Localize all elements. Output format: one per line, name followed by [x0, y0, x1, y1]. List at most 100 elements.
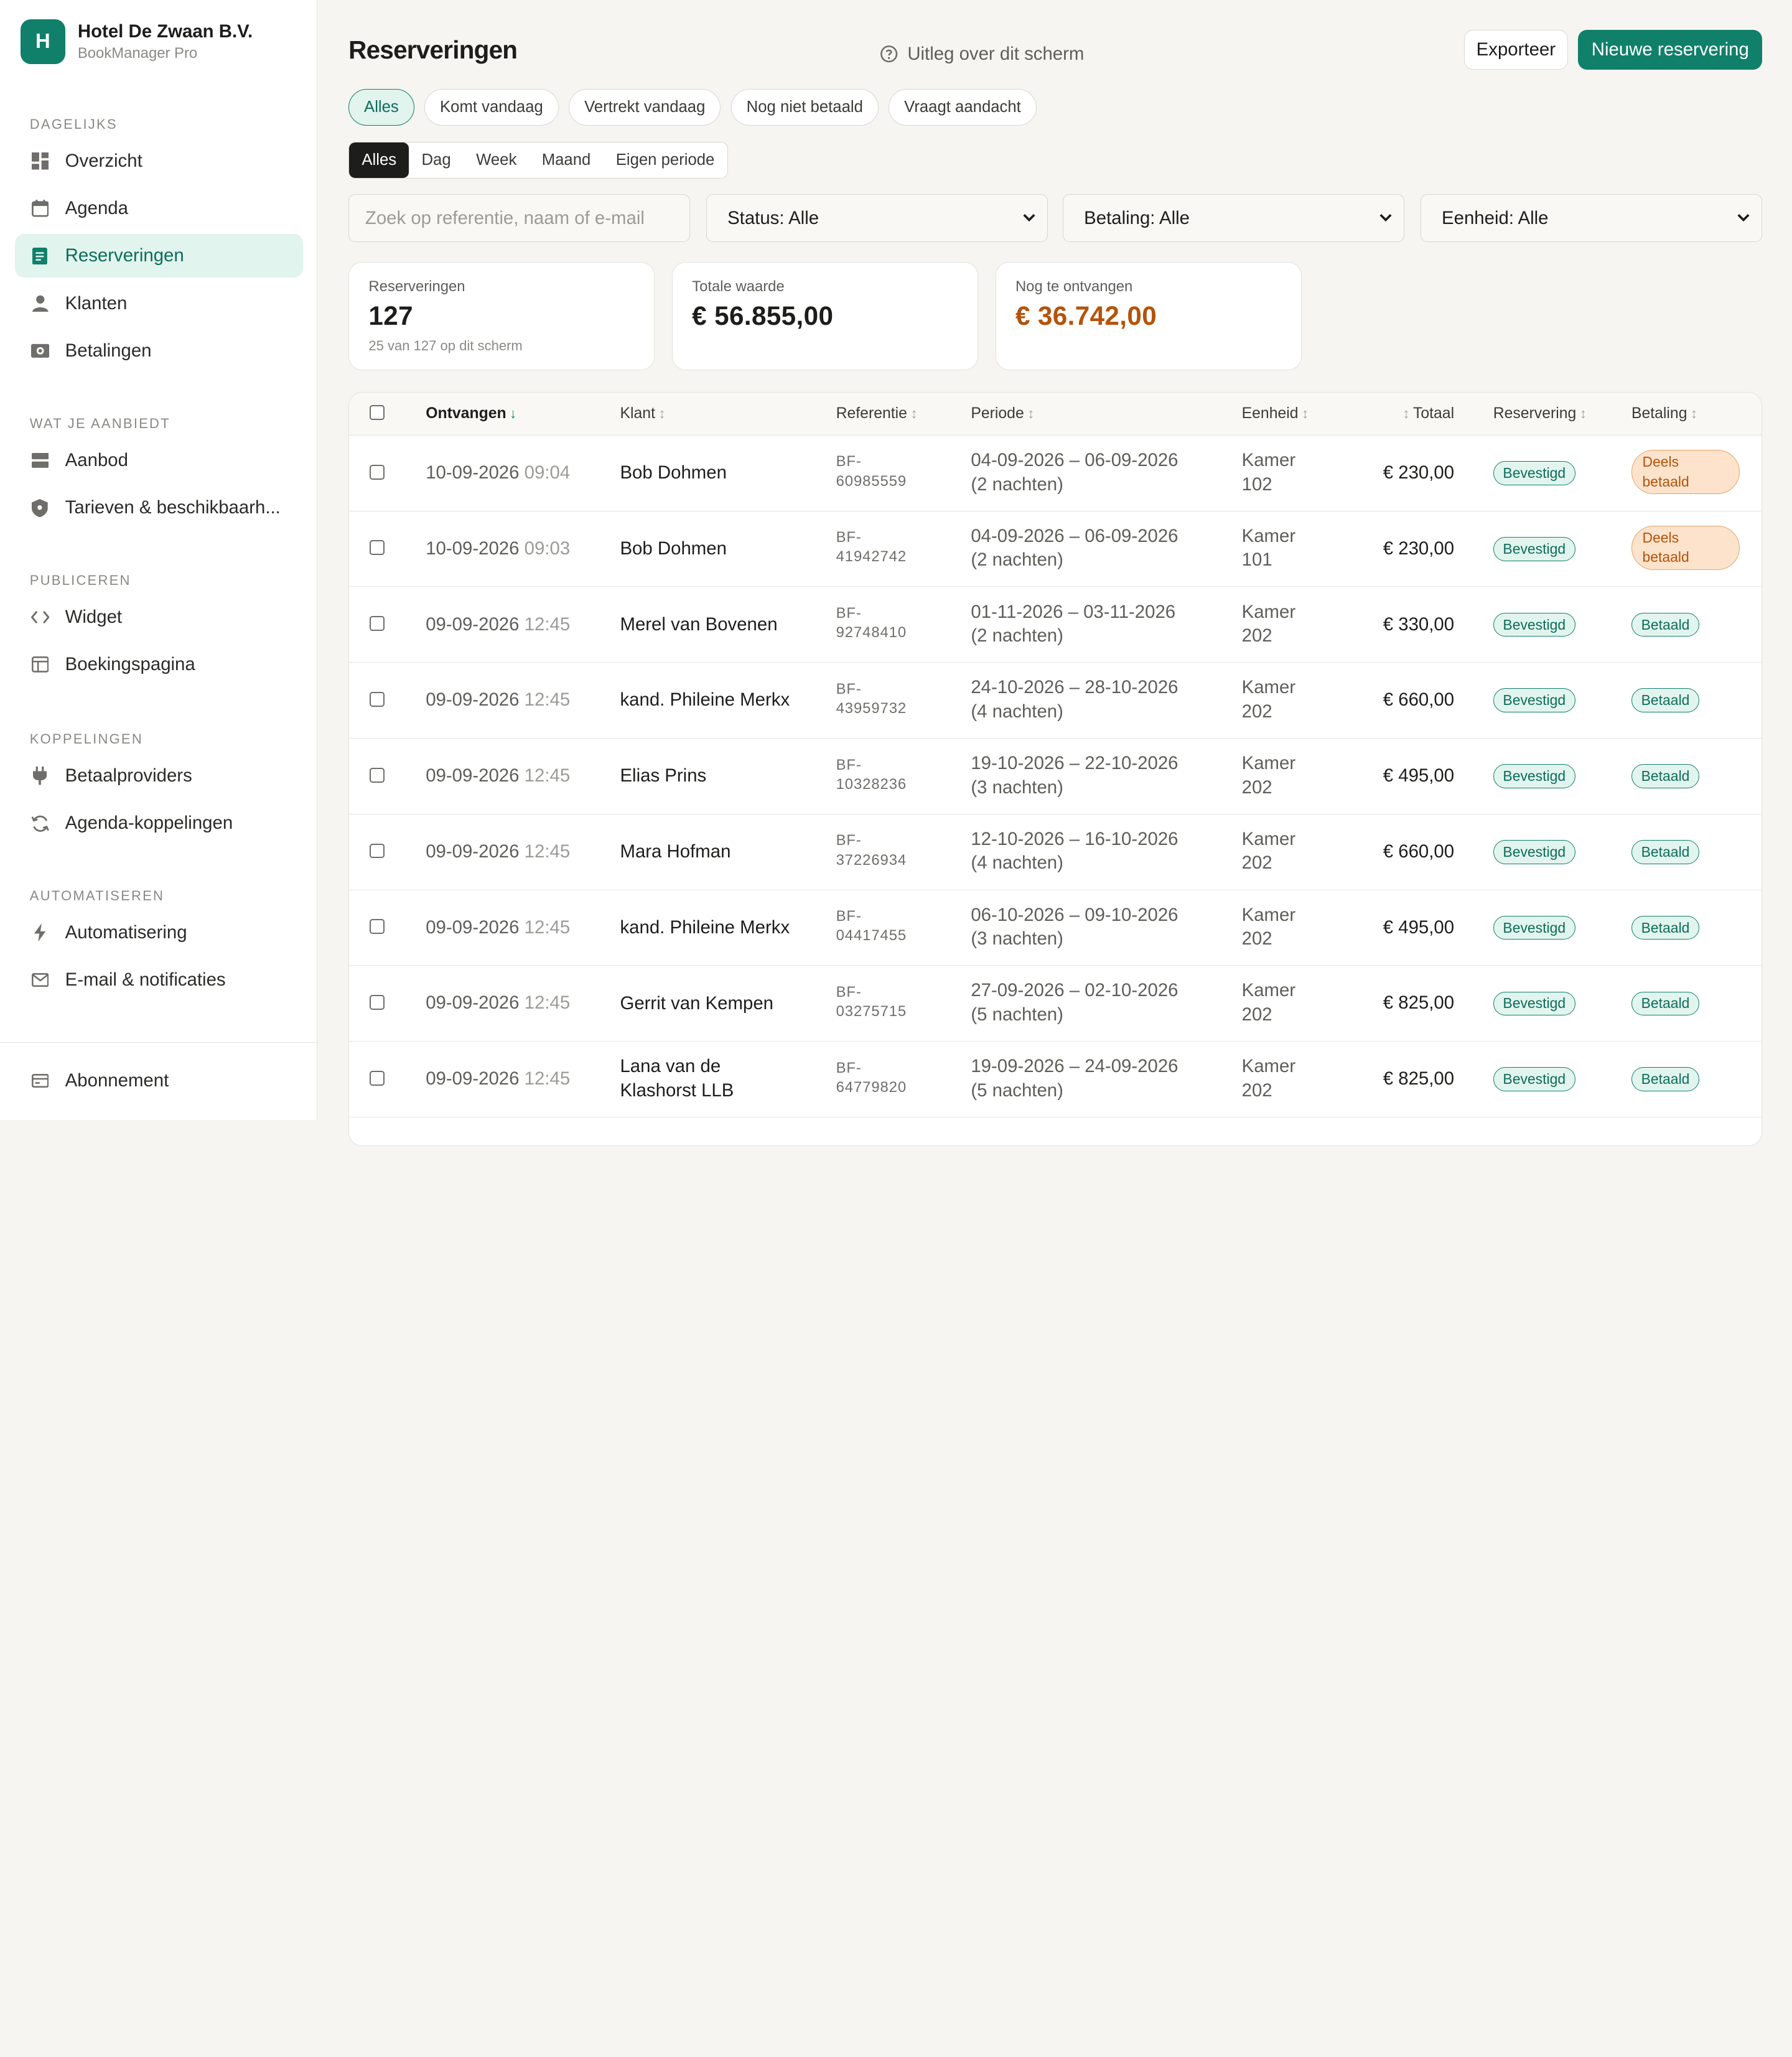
mail-icon — [30, 969, 50, 990]
reference-number: 41942742 — [836, 548, 907, 566]
brand[interactable]: H Hotel De Zwaan B.V. BookManager Pro — [21, 19, 253, 64]
customer-cell[interactable]: Mara Hofman — [620, 840, 730, 864]
column-reservation[interactable]: Reservering ↕ — [1493, 393, 1587, 435]
stat-sub: 25 van 127 op dit scherm — [368, 338, 523, 354]
search-input[interactable] — [348, 194, 691, 243]
status-select[interactable]: Status: Alle — [706, 194, 1048, 243]
row-checkbox[interactable] — [370, 616, 385, 632]
customer-cell[interactable]: Merel van Bovenen — [620, 613, 777, 637]
column-received[interactable]: Ontvangen ↓ — [426, 393, 516, 435]
row-checkbox[interactable] — [370, 767, 385, 783]
table-row[interactable]: 10-09-2026 09:03 Bob Dohmen BF- 41942742 04-… — [349, 511, 1762, 587]
column-label: Totaal — [1412, 404, 1455, 422]
customer-cell[interactable]: Lana van de Klashorst LLB — [620, 1055, 734, 1103]
nav-section-daily: DAGELIJKS Overzicht Agenda Reserveringen… — [14, 112, 303, 373]
sidebar-item-reservations[interactable]: Reserveringen — [14, 234, 303, 278]
table-row[interactable]: 09-09-2026 12:45 Gerrit van Kempen BF- 0327… — [349, 965, 1762, 1042]
received-date: 09-09-2026 — [426, 917, 520, 938]
total-cell: € 230,00 — [1383, 462, 1455, 483]
table-row[interactable]: 09-09-2026 12:45 Mara Hofman BF- 37226934 12… — [349, 814, 1762, 890]
sidebar-item-calendar-sync[interactable]: Agenda-koppelingen — [15, 801, 303, 845]
table-row[interactable]: 09-09-2026 12:45 Merel van Bovenen BF- 9274… — [349, 586, 1762, 663]
sidebar-item-label: Abonnement — [65, 1070, 169, 1091]
table-row[interactable]: 09-09-2026 12:45 kand. Phileine Merkx BF- 4… — [349, 662, 1762, 739]
sidebar-item-overview[interactable]: Overzicht — [15, 139, 303, 183]
period-cell: 12-10-2026 – 16-10-2026 (4 nachten) — [971, 828, 1178, 875]
row-checkbox[interactable] — [370, 692, 385, 707]
brand-name: Hotel De Zwaan B.V. — [77, 21, 253, 42]
period-day[interactable]: Dag — [409, 142, 464, 178]
payment-status-badge: Betaald — [1631, 840, 1700, 864]
badge-line: Deels — [1642, 454, 1679, 470]
chip-arriving-today[interactable]: Komt vandaag — [424, 89, 559, 126]
period-week[interactable]: Week — [464, 142, 530, 178]
column-total[interactable]: ↕ Totaal — [1402, 393, 1454, 435]
sidebar-item-customers[interactable]: Klanten — [15, 282, 303, 325]
sidebar-item-label: Widget — [65, 606, 123, 627]
period-month[interactable]: Maand — [530, 142, 604, 178]
customer-cell[interactable]: Elias Prins — [620, 764, 706, 788]
row-checkbox[interactable] — [370, 540, 385, 556]
row-checkbox[interactable] — [370, 995, 385, 1010]
dashboard-icon — [30, 151, 50, 171]
row-checkbox[interactable] — [370, 464, 385, 480]
payment-select[interactable]: Betaling: Alle — [1063, 194, 1405, 243]
received-time: 12:45 — [524, 689, 571, 711]
reservation-status-badge: Bevestigd — [1493, 1067, 1575, 1091]
received-date: 09-09-2026 — [426, 765, 520, 786]
period-all[interactable]: Alles — [349, 142, 409, 178]
sidebar-item-email[interactable]: E-mail & notificaties — [15, 958, 303, 1002]
received-cell: 10-09-2026 09:04 — [426, 462, 570, 483]
sidebar-item-offer[interactable]: Aanbod — [15, 439, 303, 482]
unit-number: 202 — [1241, 928, 1272, 949]
sidebar-item-rates[interactable]: Tarieven & beschikbaarh... — [15, 486, 303, 529]
nav-section-publish: PUBLICEREN Widget Boekingspagina — [15, 568, 303, 686]
chip-all[interactable]: Alles — [348, 89, 414, 126]
customer-cell[interactable]: Gerrit van Kempen — [620, 992, 773, 1016]
customer-cell[interactable]: kand. Phileine Merkx — [620, 688, 790, 712]
received-date: 09-09-2026 — [426, 613, 520, 635]
table-row[interactable]: 09-09-2026 12:45 Elias Prins BF- 10328236 19… — [349, 738, 1762, 814]
column-label: Klant — [620, 404, 655, 422]
unit-select[interactable]: Eenheid: Alle — [1420, 194, 1763, 243]
chip-not-paid[interactable]: Nog niet betaald — [730, 89, 879, 126]
sidebar-item-payments[interactable]: Betalingen — [15, 329, 303, 373]
export-button[interactable]: Exporteer — [1463, 29, 1568, 70]
sidebar-item-subscription[interactable]: Abonnement — [15, 1059, 302, 1103]
row-checkbox[interactable] — [370, 1070, 385, 1086]
sidebar-item-payment-providers[interactable]: Betaalproviders — [15, 754, 303, 798]
customer-cell[interactable]: Bob Dohmen — [620, 461, 726, 485]
column-period[interactable]: Periode ↕ — [971, 393, 1034, 435]
customer-cell[interactable]: Bob Dohmen — [620, 537, 726, 561]
table-row[interactable]: 10-09-2026 09:04 Bob Dohmen BF- 60985559 04-… — [349, 435, 1762, 511]
column-unit[interactable]: Eenheid ↕ — [1242, 393, 1309, 435]
chip-departing-today[interactable]: Vertrekt vandaag — [569, 89, 721, 126]
column-payment[interactable]: Betaling ↕ — [1631, 393, 1697, 435]
period-dates: 04-09-2026 – 06-09-2026 — [971, 449, 1178, 470]
help-link-label: Uitleg over dit scherm — [907, 43, 1085, 64]
new-reservation-button[interactable]: Nieuwe reservering — [1578, 29, 1763, 70]
sidebar-item-label: Automatisering — [65, 921, 187, 943]
table-row[interactable]: 09-09-2026 12:45 Lana van de Klashorst LLB… — [349, 1041, 1762, 1117]
period-nights: (2 nachten) — [971, 549, 1063, 571]
table-row[interactable]: 09-09-2026 12:45 kand. Phileine Merkx BF- 0… — [349, 890, 1762, 966]
sidebar-item-booking-page[interactable]: Boekingspagina — [15, 643, 303, 686]
row-checkbox[interactable] — [370, 919, 385, 935]
chip-needs-attention[interactable]: Vraagt aandacht — [889, 89, 1037, 126]
received-cell: 09-09-2026 12:45 — [426, 765, 570, 786]
reference-cell: BF- 10328236 — [836, 755, 907, 794]
period-custom[interactable]: Eigen periode — [604, 142, 727, 178]
sidebar-item-automation[interactable]: Automatisering — [15, 911, 303, 954]
reference-prefix: BF- — [836, 756, 862, 773]
select-all-checkbox[interactable] — [370, 405, 385, 421]
customer-cell[interactable]: kand. Phileine Merkx — [620, 916, 790, 940]
column-customer[interactable]: Klant ↕ — [620, 393, 665, 435]
period-cell: 27-09-2026 – 02-10-2026 (5 nachten) — [971, 979, 1178, 1027]
help-link[interactable]: Uitleg over dit scherm — [880, 44, 1084, 65]
unit-cell: Kamer 202 — [1242, 979, 1296, 1027]
reference-cell: BF- 04417455 — [836, 907, 907, 945]
sidebar-item-agenda[interactable]: Agenda — [15, 187, 303, 230]
row-checkbox[interactable] — [370, 843, 385, 859]
sidebar-item-widget[interactable]: Widget — [15, 595, 303, 639]
column-reference[interactable]: Referentie ↕ — [836, 393, 918, 435]
